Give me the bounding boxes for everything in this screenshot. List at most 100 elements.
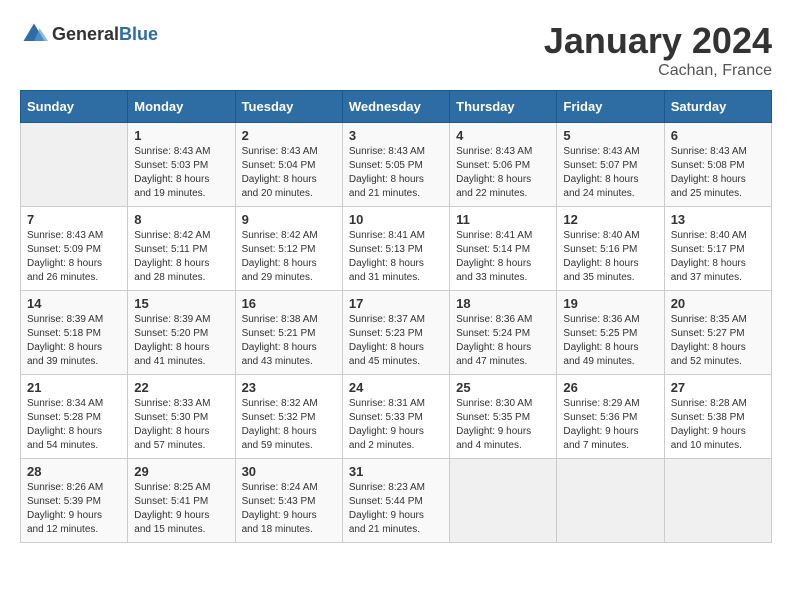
day-content: Sunrise: 8:31 AM Sunset: 5:33 PM Dayligh… [349, 397, 443, 453]
day-content: Sunrise: 8:39 AM Sunset: 5:20 PM Dayligh… [134, 313, 228, 369]
calendar-header-row: SundayMondayTuesdayWednesdayThursdayFrid… [21, 91, 772, 123]
day-number: 7 [27, 212, 121, 227]
day-of-week-header: Saturday [664, 91, 771, 123]
day-of-week-header: Wednesday [342, 91, 449, 123]
calendar-cell: 21Sunrise: 8:34 AM Sunset: 5:28 PM Dayli… [21, 375, 128, 459]
day-content: Sunrise: 8:37 AM Sunset: 5:23 PM Dayligh… [349, 313, 443, 369]
day-content: Sunrise: 8:42 AM Sunset: 5:12 PM Dayligh… [242, 229, 336, 285]
day-number: 24 [349, 380, 443, 395]
day-number: 13 [671, 212, 765, 227]
day-number: 2 [242, 128, 336, 143]
day-number: 16 [242, 296, 336, 311]
day-content: Sunrise: 8:41 AM Sunset: 5:14 PM Dayligh… [456, 229, 550, 285]
day-content: Sunrise: 8:40 AM Sunset: 5:16 PM Dayligh… [563, 229, 657, 285]
calendar-cell: 15 Sunrise: 8:39 AM Sunset: 5:20 PM Dayli… [128, 291, 235, 375]
calendar-cell: 29 Sunrise: 8:25 AM Sunset: 5:41 PM Dayli… [128, 459, 235, 543]
day-number: 3 [349, 128, 443, 143]
calendar-cell: 10 Sunrise: 8:41 AM Sunset: 5:13 PM Dayli… [342, 207, 449, 291]
calendar-cell [450, 459, 557, 543]
calendar-cell: 22Sunrise: 8:33 AM Sunset: 5:30 PM Dayli… [128, 375, 235, 459]
calendar-cell: 6 Sunrise: 8:43 AM Sunset: 5:08 PM Daylig… [664, 123, 771, 207]
calendar-cell: 24 Sunrise: 8:31 AM Sunset: 5:33 PM Dayli… [342, 375, 449, 459]
page-header: GeneralBlue January 2024 Cachan, France [20, 20, 772, 80]
calendar-cell: 25 Sunrise: 8:30 AM Sunset: 5:35 PM Dayli… [450, 375, 557, 459]
day-content: Sunrise: 8:36 AM Sunset: 5:25 PM Dayligh… [563, 313, 657, 369]
day-content: Sunrise: 8:43 AM Sunset: 5:08 PM Dayligh… [671, 145, 765, 201]
calendar-cell: 1 Sunrise: 8:43 AM Sunset: 5:03 PM Daylig… [128, 123, 235, 207]
day-number: 26 [563, 380, 657, 395]
day-of-week-header: Friday [557, 91, 664, 123]
calendar-cell: 11Sunrise: 8:41 AM Sunset: 5:14 PM Dayli… [450, 207, 557, 291]
day-number: 18 [456, 296, 550, 311]
day-number: 27 [671, 380, 765, 395]
calendar-cell: 8Sunrise: 8:42 AM Sunset: 5:11 PM Daylig… [128, 207, 235, 291]
location-title: Cachan, France [544, 62, 772, 80]
day-number: 6 [671, 128, 765, 143]
day-content: Sunrise: 8:42 AM Sunset: 5:11 PM Dayligh… [134, 229, 228, 285]
title-area: January 2024 Cachan, France [544, 20, 772, 80]
day-content: Sunrise: 8:41 AM Sunset: 5:13 PM Dayligh… [349, 229, 443, 285]
day-number: 19 [563, 296, 657, 311]
day-number: 30 [242, 464, 336, 479]
day-content: Sunrise: 8:29 AM Sunset: 5:36 PM Dayligh… [563, 397, 657, 453]
calendar-cell: 5 Sunrise: 8:43 AM Sunset: 5:07 PM Daylig… [557, 123, 664, 207]
day-content: Sunrise: 8:39 AM Sunset: 5:18 PM Dayligh… [27, 313, 121, 369]
day-content: Sunrise: 8:43 AM Sunset: 5:09 PM Dayligh… [27, 229, 121, 285]
day-content: Sunrise: 8:43 AM Sunset: 5:07 PM Dayligh… [563, 145, 657, 201]
day-number: 28 [27, 464, 121, 479]
day-number: 15 [134, 296, 228, 311]
calendar-cell: 3 Sunrise: 8:43 AM Sunset: 5:05 PM Daylig… [342, 123, 449, 207]
day-number: 20 [671, 296, 765, 311]
day-number: 10 [349, 212, 443, 227]
calendar-cell: 18 Sunrise: 8:36 AM Sunset: 5:24 PM Dayli… [450, 291, 557, 375]
day-content: Sunrise: 8:40 AM Sunset: 5:17 PM Dayligh… [671, 229, 765, 285]
calendar-table: SundayMondayTuesdayWednesdayThursdayFrid… [20, 90, 772, 543]
day-content: Sunrise: 8:43 AM Sunset: 5:06 PM Dayligh… [456, 145, 550, 201]
day-number: 29 [134, 464, 228, 479]
logo-icon [20, 20, 48, 48]
calendar-cell [21, 123, 128, 207]
day-of-week-header: Monday [128, 91, 235, 123]
day-number: 1 [134, 128, 228, 143]
day-number: 4 [456, 128, 550, 143]
calendar-cell: 20 Sunrise: 8:35 AM Sunset: 5:27 PM Dayli… [664, 291, 771, 375]
calendar-cell: 26 Sunrise: 8:29 AM Sunset: 5:36 PM Dayli… [557, 375, 664, 459]
calendar-cell: 12 Sunrise: 8:40 AM Sunset: 5:16 PM Dayli… [557, 207, 664, 291]
day-number: 14 [27, 296, 121, 311]
calendar-cell: 28 Sunrise: 8:26 AM Sunset: 5:39 PM Dayli… [21, 459, 128, 543]
calendar-cell [557, 459, 664, 543]
calendar-cell: 14 Sunrise: 8:39 AM Sunset: 5:18 PM Dayli… [21, 291, 128, 375]
calendar-week-row: 28 Sunrise: 8:26 AM Sunset: 5:39 PM Dayli… [21, 459, 772, 543]
day-content: Sunrise: 8:35 AM Sunset: 5:27 PM Dayligh… [671, 313, 765, 369]
day-content: Sunrise: 8:32 AM Sunset: 5:32 PM Dayligh… [242, 397, 336, 453]
day-content: Sunrise: 8:43 AM Sunset: 5:03 PM Dayligh… [134, 145, 228, 201]
calendar-cell: 13 Sunrise: 8:40 AM Sunset: 5:17 PM Dayli… [664, 207, 771, 291]
logo: GeneralBlue [20, 20, 158, 48]
day-number: 12 [563, 212, 657, 227]
calendar-cell: 23 Sunrise: 8:32 AM Sunset: 5:32 PM Dayli… [235, 375, 342, 459]
calendar-cell: 4 Sunrise: 8:43 AM Sunset: 5:06 PM Daylig… [450, 123, 557, 207]
day-number: 22 [134, 380, 228, 395]
day-number: 31 [349, 464, 443, 479]
calendar-week-row: 1 Sunrise: 8:43 AM Sunset: 5:03 PM Daylig… [21, 123, 772, 207]
day-content: Sunrise: 8:30 AM Sunset: 5:35 PM Dayligh… [456, 397, 550, 453]
day-content: Sunrise: 8:36 AM Sunset: 5:24 PM Dayligh… [456, 313, 550, 369]
day-number: 5 [563, 128, 657, 143]
calendar-week-row: 14 Sunrise: 8:39 AM Sunset: 5:18 PM Dayli… [21, 291, 772, 375]
calendar-cell: 9Sunrise: 8:42 AM Sunset: 5:12 PM Daylig… [235, 207, 342, 291]
day-number: 23 [242, 380, 336, 395]
day-content: Sunrise: 8:43 AM Sunset: 5:05 PM Dayligh… [349, 145, 443, 201]
calendar-cell: 2 Sunrise: 8:43 AM Sunset: 5:04 PM Daylig… [235, 123, 342, 207]
calendar-cell: 30Sunrise: 8:24 AM Sunset: 5:43 PM Dayli… [235, 459, 342, 543]
day-of-week-header: Tuesday [235, 91, 342, 123]
day-content: Sunrise: 8:26 AM Sunset: 5:39 PM Dayligh… [27, 481, 121, 537]
calendar-cell: 19 Sunrise: 8:36 AM Sunset: 5:25 PM Dayli… [557, 291, 664, 375]
calendar-body: 1 Sunrise: 8:43 AM Sunset: 5:03 PM Daylig… [21, 123, 772, 543]
logo-blue: Blue [119, 24, 158, 44]
day-content: Sunrise: 8:23 AM Sunset: 5:44 PM Dayligh… [349, 481, 443, 537]
logo-text: GeneralBlue [52, 24, 158, 45]
day-content: Sunrise: 8:43 AM Sunset: 5:04 PM Dayligh… [242, 145, 336, 201]
day-content: Sunrise: 8:25 AM Sunset: 5:41 PM Dayligh… [134, 481, 228, 537]
calendar-cell: 31 Sunrise: 8:23 AM Sunset: 5:44 PM Dayli… [342, 459, 449, 543]
day-number: 25 [456, 380, 550, 395]
